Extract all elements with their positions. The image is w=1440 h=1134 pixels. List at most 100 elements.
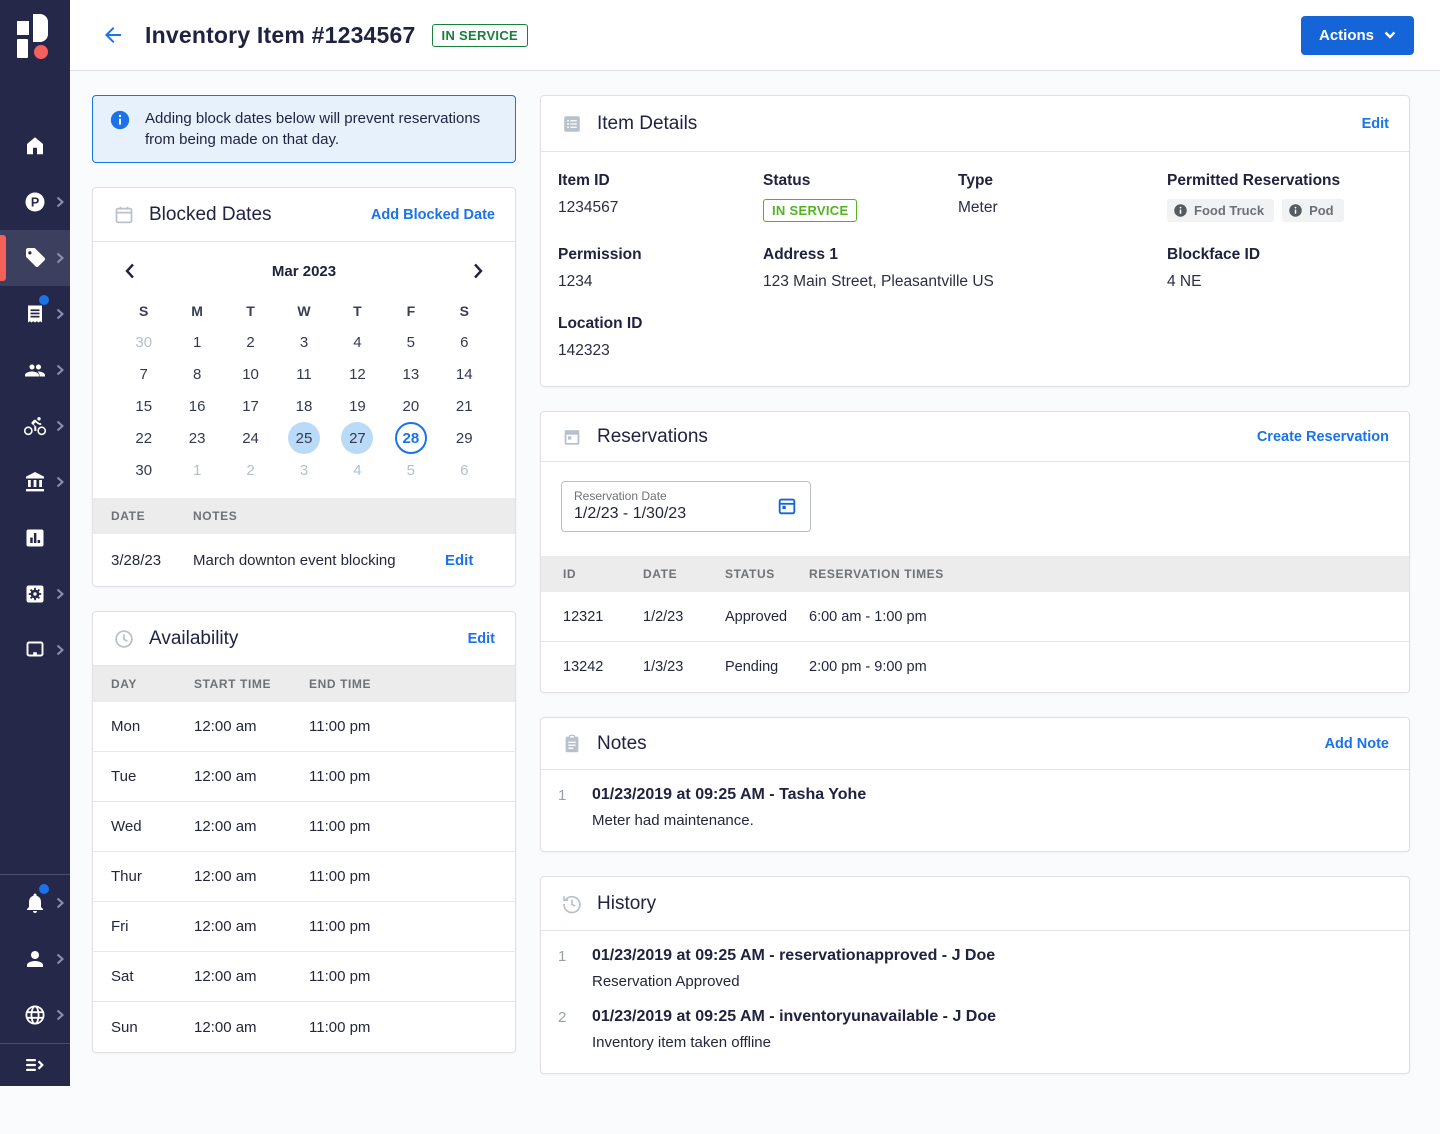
sidebar-item-globe[interactable] — [0, 987, 70, 1043]
calendar-next-button[interactable] — [465, 258, 491, 284]
calendar-day-cell[interactable]: 15 — [117, 390, 170, 422]
sidebar-item-settings[interactable] — [0, 566, 70, 622]
calendar-day-cell[interactable]: 6 — [438, 454, 491, 486]
calendar-day[interactable]: 25 — [287, 422, 320, 454]
calendar-day[interactable]: 6 — [448, 454, 480, 486]
calendar-day-cell[interactable]: 17 — [224, 390, 277, 422]
reservation-row[interactable]: 12321 1/2/23 Approved 6:00 am - 1:00 pm — [541, 592, 1409, 642]
calendar-day[interactable]: 15 — [128, 390, 160, 422]
app-logo[interactable] — [0, 0, 70, 71]
calendar-day-cell[interactable]: 13 — [384, 358, 437, 390]
calendar-day[interactable]: 6 — [448, 326, 480, 358]
calendar-day[interactable]: 29 — [448, 422, 480, 454]
calendar-day-cell[interactable]: 24 — [224, 422, 277, 454]
calendar-day[interactable]: 10 — [235, 358, 267, 390]
availability-edit-button[interactable]: Edit — [468, 631, 495, 647]
calendar-day-cell[interactable]: 30 — [117, 454, 170, 486]
calendar-day-cell[interactable]: 5 — [384, 326, 437, 358]
calendar-day[interactable]: 3 — [288, 326, 320, 358]
calendar-day[interactable]: 27 — [341, 422, 374, 454]
calendar-day-cell[interactable]: 3 — [277, 454, 330, 486]
calendar-day-cell[interactable]: 11 — [277, 358, 330, 390]
calendar-day[interactable]: 2 — [235, 454, 267, 486]
calendar-day[interactable]: 22 — [128, 422, 160, 454]
calendar-day-cell[interactable]: 22 — [117, 422, 170, 454]
calendar-day-cell[interactable]: 4 — [331, 454, 384, 486]
calendar-day-cell[interactable]: 6 — [438, 326, 491, 358]
calendar-day[interactable]: 13 — [395, 358, 427, 390]
calendar-day[interactable]: 5 — [395, 326, 427, 358]
calendar-day[interactable]: 5 — [395, 454, 427, 486]
calendar-day[interactable]: 17 — [235, 390, 267, 422]
calendar-day[interactable]: 1 — [181, 326, 213, 358]
calendar-day[interactable]: 23 — [181, 422, 213, 454]
calendar-day[interactable]: 21 — [448, 390, 480, 422]
sidebar-item-bank[interactable] — [0, 454, 70, 510]
create-reservation-button[interactable]: Create Reservation — [1257, 429, 1389, 445]
reservation-row[interactable]: 13242 1/3/23 Pending 2:00 pm - 9:00 pm — [541, 642, 1409, 692]
calendar-day-cell[interactable]: 25 — [277, 422, 330, 454]
calendar-day-cell[interactable]: 10 — [224, 358, 277, 390]
calendar-day-cell[interactable]: 14 — [438, 358, 491, 390]
sidebar-item-home[interactable] — [0, 118, 70, 174]
calendar-day[interactable]: 8 — [181, 358, 213, 390]
calendar-day[interactable]: 4 — [341, 326, 373, 358]
reservation-date-filter[interactable]: Reservation Date 1/2/23 - 1/30/23 — [561, 481, 811, 532]
calendar-day-cell[interactable]: 7 — [117, 358, 170, 390]
sidebar-item-bell[interactable] — [0, 875, 70, 931]
calendar-day-cell[interactable]: 2 — [224, 454, 277, 486]
calendar-day[interactable]: 1 — [181, 454, 213, 486]
calendar-day[interactable]: 19 — [341, 390, 373, 422]
calendar-day-cell[interactable]: 30 — [117, 326, 170, 358]
sidebar-item-bar-chart[interactable] — [0, 510, 70, 566]
calendar-day-cell[interactable]: 27 — [331, 422, 384, 454]
calendar-day-cell[interactable]: 4 — [331, 326, 384, 358]
calendar-prev-button[interactable] — [117, 258, 143, 284]
calendar-day-cell[interactable]: 20 — [384, 390, 437, 422]
item-details-edit-button[interactable]: Edit — [1362, 116, 1389, 132]
blocked-date-edit-button[interactable]: Edit — [445, 552, 515, 569]
calendar-day-cell[interactable]: 16 — [170, 390, 223, 422]
permitted-reservation-chip[interactable]: Food Truck — [1167, 199, 1275, 222]
calendar-day[interactable]: 16 — [181, 390, 213, 422]
sidebar-item-person[interactable] — [0, 931, 70, 987]
calendar-day-cell[interactable]: 5 — [384, 454, 437, 486]
actions-button[interactable]: Actions — [1300, 15, 1414, 55]
calendar-day[interactable]: 3 — [288, 454, 320, 486]
calendar-day[interactable]: 30 — [128, 326, 160, 358]
calendar-day[interactable]: 30 — [128, 454, 160, 486]
calendar-day[interactable]: 7 — [128, 358, 160, 390]
sidebar-item-tag[interactable] — [0, 230, 70, 286]
calendar-day-cell[interactable]: 1 — [170, 326, 223, 358]
calendar-day-cell[interactable]: 3 — [277, 326, 330, 358]
sidebar-item-bike[interactable] — [0, 398, 70, 454]
calendar-day-cell[interactable]: 28 — [384, 422, 437, 454]
calendar-day[interactable]: 24 — [235, 422, 267, 454]
calendar-day-cell[interactable]: 12 — [331, 358, 384, 390]
calendar-day-cell[interactable]: 18 — [277, 390, 330, 422]
calendar-day[interactable]: 2 — [235, 326, 267, 358]
calendar-day[interactable]: 28 — [394, 422, 427, 454]
calendar-day[interactable]: 12 — [341, 358, 373, 390]
calendar-day-cell[interactable]: 8 — [170, 358, 223, 390]
calendar-day-cell[interactable]: 29 — [438, 422, 491, 454]
calendar-day[interactable]: 14 — [448, 358, 480, 390]
sidebar-item-parking[interactable]: P — [0, 174, 70, 230]
add-blocked-date-button[interactable]: Add Blocked Date — [371, 207, 495, 223]
calendar-day[interactable]: 18 — [288, 390, 320, 422]
add-note-button[interactable]: Add Note — [1325, 736, 1389, 752]
sidebar-item-people[interactable] — [0, 342, 70, 398]
calendar-day-cell[interactable]: 21 — [438, 390, 491, 422]
permitted-reservation-chip[interactable]: Pod — [1282, 199, 1344, 222]
sidebar-expand-button[interactable] — [0, 1043, 70, 1086]
calendar-day-cell[interactable]: 1 — [170, 454, 223, 486]
calendar-day-cell[interactable]: 19 — [331, 390, 384, 422]
calendar-day[interactable]: 4 — [341, 454, 373, 486]
calendar-day-cell[interactable]: 2 — [224, 326, 277, 358]
calendar-day-cell[interactable]: 23 — [170, 422, 223, 454]
sidebar-item-receipt[interactable] — [0, 286, 70, 342]
calendar-day[interactable]: 20 — [395, 390, 427, 422]
calendar-day[interactable]: 11 — [288, 358, 320, 390]
back-button[interactable] — [101, 23, 125, 47]
sidebar-item-monitor[interactable] — [0, 622, 70, 678]
